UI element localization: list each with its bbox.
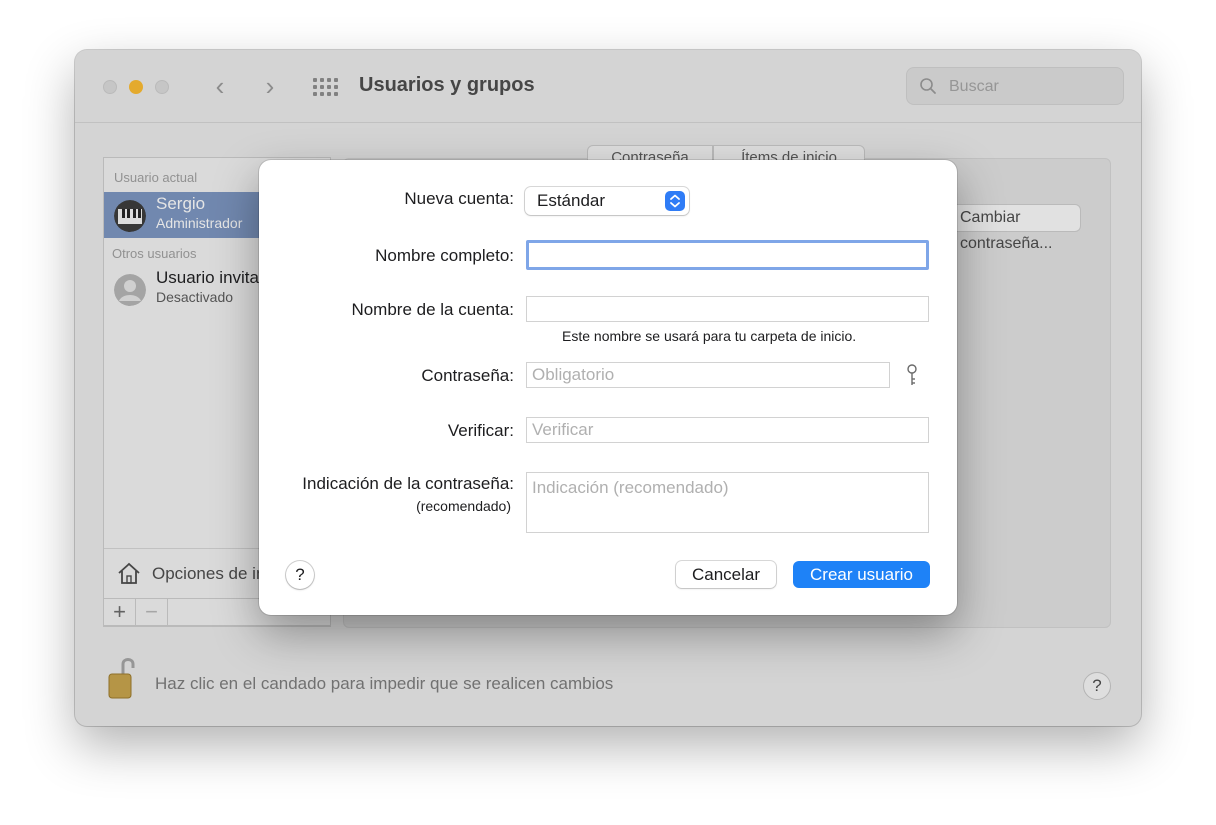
cancel-button[interactable]: Cancelar	[676, 561, 776, 588]
password-hint-label: Indicación de la contraseña:	[302, 474, 514, 493]
password-field[interactable]	[526, 362, 890, 388]
popup-arrows-icon	[665, 191, 685, 211]
password-hint-field[interactable]	[526, 472, 929, 533]
account-name-label: Nombre de la cuenta:	[351, 300, 514, 319]
create-user-button[interactable]: Crear usuario	[793, 561, 930, 588]
account-type-popup[interactable]: Estándar	[525, 187, 689, 215]
new-account-label: Nueva cuenta:	[404, 189, 514, 208]
account-type-value: Estándar	[537, 191, 606, 210]
account-name-field[interactable]	[526, 296, 929, 322]
password-label: Contraseña:	[421, 366, 514, 385]
verify-field[interactable]	[526, 417, 929, 443]
full-name-field[interactable]	[526, 240, 929, 270]
account-name-hint: Este nombre se usará para tu carpeta de …	[562, 328, 857, 344]
password-hint-sublabel: (recomendado)	[416, 498, 511, 514]
verify-label: Verificar:	[447, 421, 514, 440]
sheet-help-button[interactable]: ?	[286, 561, 314, 589]
full-name-label: Nombre completo:	[375, 246, 514, 265]
new-user-sheet: Nueva cuenta: Estándar Nombre completo: …	[259, 160, 957, 615]
key-icon[interactable]	[905, 364, 919, 388]
